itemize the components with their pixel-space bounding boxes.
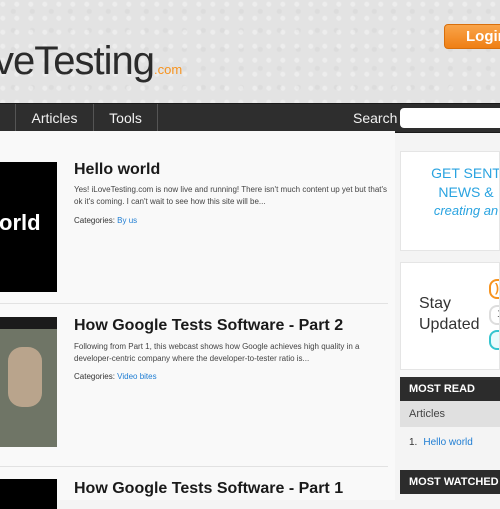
list-item: 1. Hello world (400, 437, 500, 448)
list-index: 1. (409, 437, 418, 448)
stay-label: Stay (419, 295, 452, 312)
video-bar (0, 317, 57, 329)
search-input[interactable] (400, 108, 500, 128)
twitter-icon[interactable] (489, 330, 499, 350)
promo-line: NEWS & (438, 184, 494, 200)
category-link[interactable]: Video bites (117, 372, 156, 381)
post-categories: Categories: By us (74, 216, 137, 225)
logo-text: veTesting (0, 39, 155, 83)
post-item: orld Hello world Yes! iLoveTesting.com i… (0, 131, 388, 301)
stay-label: Updated (419, 316, 480, 333)
post-excerpt: Following from Part 1, this webcast show… (74, 342, 360, 363)
post-categories: Categories: Video bites (74, 372, 157, 381)
list-link[interactable]: Hello world (423, 437, 472, 448)
site-header: veTesting.com Login (0, 0, 500, 103)
post-title[interactable]: Hello world (74, 161, 160, 179)
stay-updated-box: Stay Updated ) 1 (400, 262, 500, 370)
nav-item-tools[interactable]: Tools (94, 104, 157, 132)
most-read-heading: MOST READ (400, 377, 500, 401)
sidebar: GET SENT NEWS & creating an Stay Updated… (400, 131, 500, 500)
follow-icon[interactable]: 1 (489, 305, 499, 325)
post-thumbnail[interactable] (0, 479, 57, 509)
post-list: orld Hello world Yes! iLoveTesting.com i… (0, 131, 395, 509)
site-logo[interactable]: veTesting.com (0, 36, 182, 95)
search-label: Search (353, 110, 398, 126)
nav-item-home[interactable] (0, 104, 15, 132)
nav-divider (157, 104, 158, 132)
categories-label: Categories: (74, 216, 115, 225)
rss-icon[interactable]: ) (489, 279, 499, 299)
post-thumbnail[interactable] (0, 317, 57, 447)
post-thumbnail[interactable]: orld (0, 162, 57, 292)
categories-label: Categories: (74, 372, 115, 381)
promo-line: creating an (433, 203, 499, 218)
login-button[interactable]: Login (444, 24, 500, 49)
post-item: How Google Tests Software - Part 2 Follo… (0, 304, 388, 464)
post-item: How Google Tests Software - Part 1 (0, 467, 388, 509)
thumbnail-text: orld (0, 210, 41, 235)
logo-suffix: .com (153, 62, 183, 77)
post-title[interactable]: How Google Tests Software - Part 1 (74, 480, 343, 498)
promo-line: GET SENT (431, 165, 500, 181)
category-link[interactable]: By us (117, 216, 137, 225)
most-watched-heading: MOST WATCHED (400, 470, 500, 494)
tab-articles[interactable]: Articles (400, 401, 500, 427)
video-figure (8, 347, 42, 407)
newsletter-promo[interactable]: GET SENT NEWS & creating an (400, 151, 500, 251)
nav-item-articles[interactable]: Articles (16, 104, 93, 132)
post-title[interactable]: How Google Tests Software - Part 2 (74, 317, 343, 335)
main-nav: Articles Tools Search (0, 103, 500, 133)
post-excerpt: Yes! iLoveTesting.com is now live and ru… (74, 185, 388, 206)
